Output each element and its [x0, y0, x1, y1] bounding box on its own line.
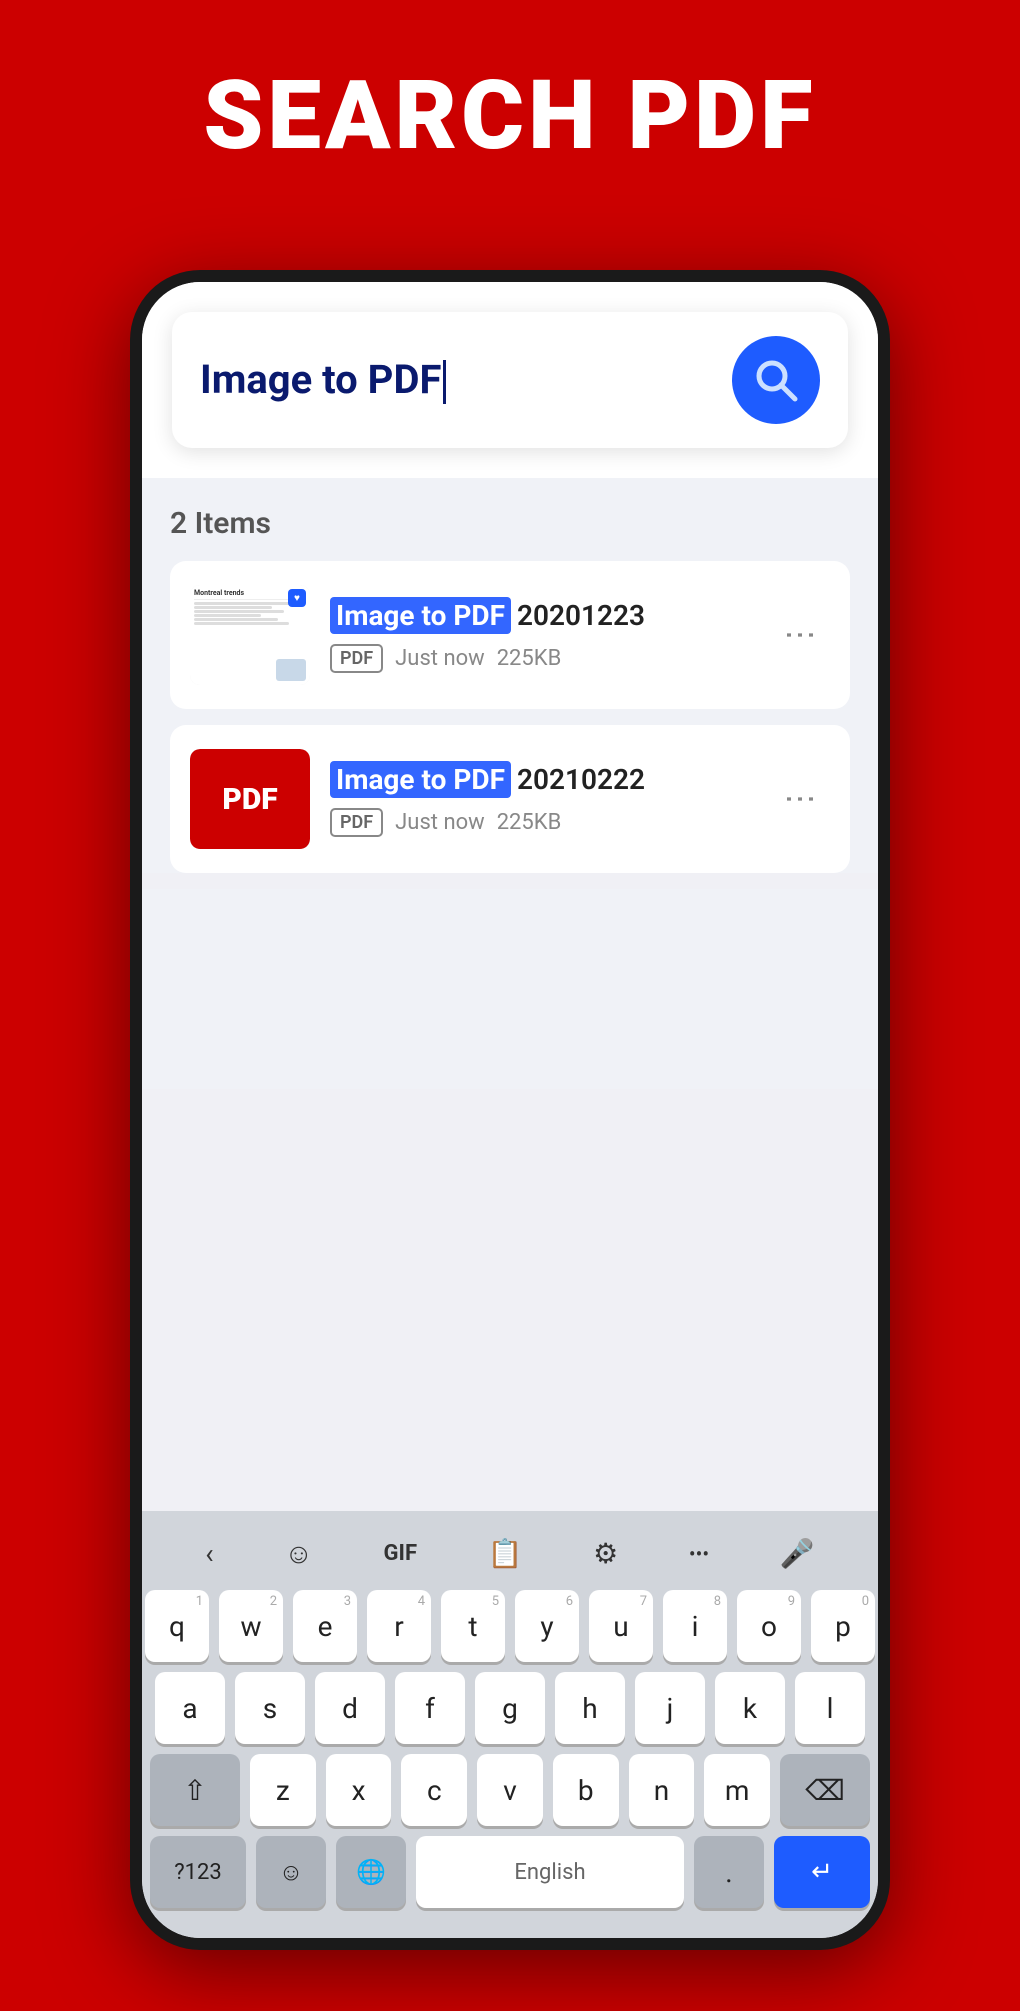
keyboard-mic-button[interactable]: 🎤	[770, 1531, 825, 1576]
app-title: SEARCH PDF	[40, 60, 980, 172]
file-name-highlight: Image to PDF	[330, 761, 511, 798]
key-e[interactable]: e3	[293, 1590, 357, 1662]
key-x[interactable]: x	[326, 1754, 392, 1826]
heart-icon: ♥	[288, 589, 306, 607]
keyboard-bottom-row: ?123 ☺ 🌐 English . ↵	[150, 1836, 870, 1908]
thumbnail-screenshot: Montreal trends ♥	[190, 585, 310, 685]
key-k[interactable]: k	[715, 1672, 785, 1744]
key-r[interactable]: r4	[367, 1590, 431, 1662]
enter-key[interactable]: ↵	[774, 1836, 870, 1908]
key-b[interactable]: b	[553, 1754, 619, 1826]
keyboard-settings-button[interactable]: ⚙	[583, 1531, 628, 1576]
keyboard-emoji-toolbar-button[interactable]: ☺	[274, 1531, 323, 1576]
header-area: SEARCH PDF	[0, 0, 1020, 212]
keyboard-row-1: q1 w2 e3 r4 t5 y6 u7 i8 o9 p0	[150, 1590, 870, 1662]
keyboard-back-button[interactable]: ‹	[195, 1531, 223, 1576]
key-c[interactable]: c	[401, 1754, 467, 1826]
keyboard-toolbar: ‹ ☺ GIF 📋 ⚙ ••• 🎤	[150, 1521, 870, 1590]
more-options-button[interactable]: ⋮	[772, 773, 830, 826]
keyboard-more-button[interactable]: •••	[679, 1536, 719, 1572]
file-size: 225KB	[497, 646, 562, 671]
keyboard-gif-button[interactable]: GIF	[374, 1535, 428, 1572]
key-g[interactable]: g	[475, 1672, 545, 1744]
key-y[interactable]: y6	[515, 1590, 579, 1662]
key-n[interactable]: n	[629, 1754, 695, 1826]
file-item[interactable]: Montreal trends ♥ Image to PDF 20	[170, 561, 850, 709]
file-info-2: Image to PDF 20210222 PDF Just now 225KB	[330, 761, 772, 837]
emoji-key[interactable]: ☺	[256, 1836, 326, 1908]
file-name-row: Image to PDF 20210222	[330, 761, 772, 798]
key-o[interactable]: o9	[737, 1590, 801, 1662]
globe-key[interactable]: 🌐	[336, 1836, 406, 1908]
image-placeholder	[276, 659, 306, 681]
key-l[interactable]: l	[795, 1672, 865, 1744]
period-key[interactable]: .	[694, 1836, 764, 1908]
file-thumbnail-1: Montreal trends ♥	[190, 585, 310, 685]
pdf-badge: PDF	[330, 644, 383, 673]
text-cursor	[443, 360, 446, 404]
file-time: Just now	[395, 810, 485, 835]
keyboard-row-2: a s d f g h j k l	[150, 1672, 870, 1744]
search-button[interactable]	[732, 336, 820, 424]
key-z[interactable]: z	[250, 1754, 316, 1826]
pdf-icon-text: PDF	[222, 782, 277, 817]
key-m[interactable]: m	[704, 1754, 770, 1826]
file-meta-row: PDF Just now 225KB	[330, 644, 772, 673]
space-key[interactable]: English	[416, 1836, 684, 1908]
key-h[interactable]: h	[555, 1672, 625, 1744]
keyboard-row-3: ⇧ z x c v b n m ⌫	[150, 1754, 870, 1826]
key-t[interactable]: t5	[441, 1590, 505, 1662]
key-q[interactable]: q1	[145, 1590, 209, 1662]
more-options-button[interactable]: ⋮	[772, 609, 830, 662]
pdf-thumbnail: PDF	[190, 749, 310, 849]
file-time: Just now	[395, 646, 485, 671]
phone-screen: Image to PDF 2 Items Montreal trends	[142, 282, 878, 1938]
key-a[interactable]: a	[155, 1672, 225, 1744]
file-name-rest: 20201223	[517, 599, 645, 632]
file-thumbnail-2: PDF	[190, 749, 310, 849]
file-name-highlight: Image to PDF	[330, 597, 511, 634]
key-d[interactable]: d	[315, 1672, 385, 1744]
file-size: 225KB	[497, 810, 562, 835]
key-v[interactable]: v	[477, 1754, 543, 1826]
num-switch-key[interactable]: ?123	[150, 1836, 246, 1908]
key-p[interactable]: p0	[811, 1590, 875, 1662]
pdf-badge: PDF	[330, 808, 383, 837]
search-icon	[751, 355, 801, 405]
results-area: 2 Items Montreal trends ♥	[142, 478, 878, 873]
empty-results-area	[142, 889, 878, 1089]
shift-key[interactable]: ⇧	[150, 1754, 240, 1826]
key-f[interactable]: f	[395, 1672, 465, 1744]
key-s[interactable]: s	[235, 1672, 305, 1744]
items-count: 2 Items	[170, 506, 850, 541]
key-i[interactable]: i8	[663, 1590, 727, 1662]
file-meta-row: PDF Just now 225KB	[330, 808, 772, 837]
backspace-key[interactable]: ⌫	[780, 1754, 870, 1826]
file-item[interactable]: PDF Image to PDF 20210222 PDF Just now 2…	[170, 725, 850, 873]
phone-mockup: Image to PDF 2 Items Montreal trends	[130, 270, 890, 1950]
keyboard-clipboard-button[interactable]: 📋	[478, 1531, 533, 1576]
keyboard: ‹ ☺ GIF 📋 ⚙ ••• 🎤 q1 w2 e3 r4 t5 y6 u7 i…	[142, 1511, 878, 1938]
file-name-row: Image to PDF 20201223	[330, 597, 772, 634]
key-w[interactable]: w2	[219, 1590, 283, 1662]
key-u[interactable]: u7	[589, 1590, 653, 1662]
search-area: Image to PDF	[142, 282, 878, 478]
file-name-rest: 20210222	[517, 763, 645, 796]
search-input[interactable]: Image to PDF	[200, 356, 716, 404]
key-j[interactable]: j	[635, 1672, 705, 1744]
search-bar[interactable]: Image to PDF	[172, 312, 848, 448]
file-info-1: Image to PDF 20201223 PDF Just now 225KB	[330, 597, 772, 673]
